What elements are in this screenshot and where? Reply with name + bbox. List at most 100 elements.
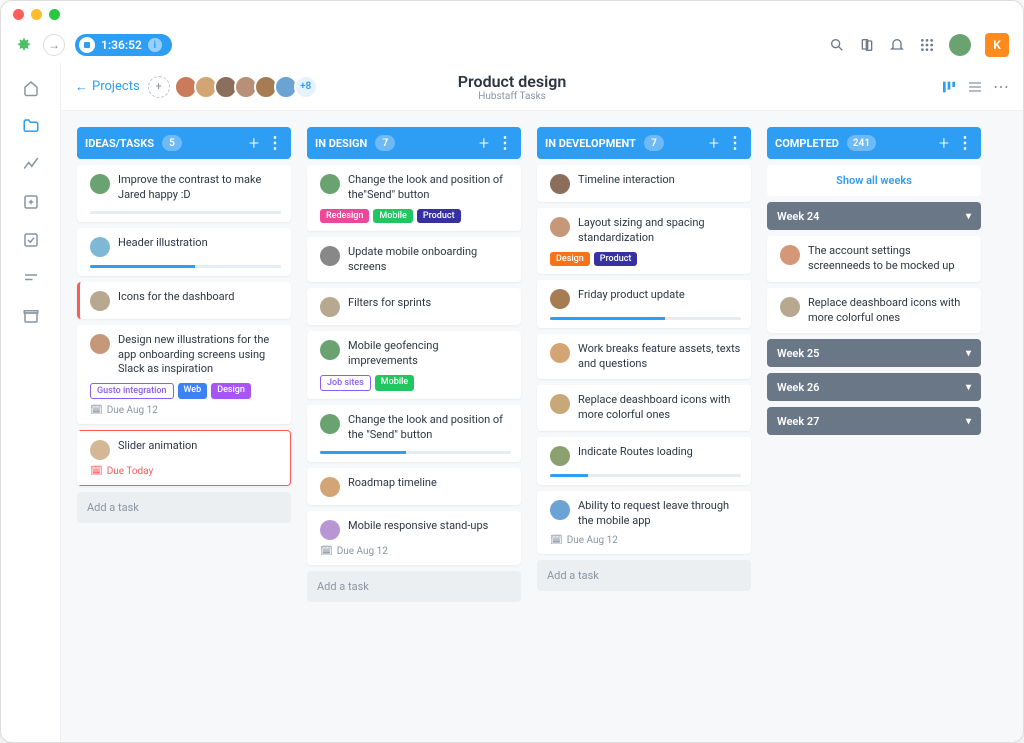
card-avatar: [320, 297, 340, 317]
archive-icon[interactable]: [22, 307, 40, 325]
column-more-icon[interactable]: ⋮: [957, 135, 973, 151]
user-badge[interactable]: K: [985, 33, 1009, 57]
task-card[interactable]: Update mobile onboarding screens: [307, 237, 521, 283]
task-card[interactable]: Icons for the dashboard: [77, 282, 291, 319]
task-card[interactable]: Mobile geofencing imprevementsJob sitesM…: [307, 331, 521, 399]
task-card[interactable]: Replace deashboard icons with more color…: [767, 288, 981, 334]
add-user-button[interactable]: +: [148, 76, 170, 98]
back-arrow-icon: ←: [75, 79, 88, 95]
chevron-down-icon: ▾: [966, 348, 971, 359]
sprint-icon[interactable]: [22, 155, 40, 173]
bell-icon[interactable]: [889, 37, 905, 53]
back-to-projects[interactable]: ← Projects: [75, 79, 140, 95]
chevron-down-icon: ▾: [966, 416, 971, 427]
task-card[interactable]: Improve the contrast to make Jared happy…: [77, 165, 291, 222]
forward-button[interactable]: →: [43, 34, 65, 56]
board-view-icon[interactable]: [941, 79, 957, 95]
tag: Gusto integration: [90, 383, 174, 399]
card-title: The account settings screenneeds to be m…: [808, 244, 971, 274]
home-icon[interactable]: [22, 79, 40, 97]
card-title: Ability to request leave through the mob…: [578, 499, 741, 529]
card-title: Roadmap timeline: [348, 476, 437, 491]
window-maximize[interactable]: [49, 9, 60, 20]
timer-pill[interactable]: 1:36:52 i: [75, 34, 172, 56]
task-card[interactable]: Design new illustrations for the app onb…: [77, 325, 291, 425]
window-close[interactable]: [13, 9, 24, 20]
add-task-button[interactable]: Add a task: [77, 492, 291, 523]
task-card[interactable]: Mobile responsive stand-ups🗓Due Aug 12: [307, 511, 521, 565]
card-avatar: [550, 289, 570, 309]
card-title: Replace deashboard icons with more color…: [578, 393, 741, 423]
column-add-button[interactable]: +: [939, 133, 949, 154]
card-title: Header illustration: [118, 236, 208, 251]
week-header[interactable]: Week 24▾: [767, 202, 981, 230]
task-card[interactable]: Ability to request leave through the mob…: [537, 491, 751, 554]
task-card[interactable]: Filters for sprints: [307, 288, 521, 325]
card-title: Mobile responsive stand-ups: [348, 519, 488, 534]
card-avatar: [550, 446, 570, 466]
sidebar: [1, 63, 61, 742]
column-title: IDEAS/TASKS: [85, 137, 154, 150]
folder-icon[interactable]: [22, 117, 40, 135]
timer-info-icon[interactable]: i: [148, 38, 162, 52]
calendar-icon: 🗓: [320, 546, 333, 557]
member-more-count[interactable]: +8: [294, 75, 318, 99]
card-title: Change the look and position of the"Send…: [348, 173, 511, 203]
page-title: Product design: [458, 72, 567, 91]
add-box-icon[interactable]: [22, 193, 40, 211]
calendar-icon: 🗓: [550, 535, 563, 546]
card-avatar: [780, 245, 800, 265]
task-card[interactable]: Layout sizing and spacing standardizatio…: [537, 208, 751, 274]
search-icon[interactable]: [829, 37, 845, 53]
column: COMPLETED241+⋮Show all weeksWeek 24▾The …: [767, 127, 981, 726]
week-header[interactable]: Week 26▾: [767, 373, 981, 401]
progress-bar: [550, 317, 741, 320]
week-header[interactable]: Week 27▾: [767, 407, 981, 435]
tag: Web: [178, 383, 208, 399]
timer-stop-button[interactable]: [79, 37, 95, 53]
task-card[interactable]: The account settings screenneeds to be m…: [767, 236, 981, 282]
task-card[interactable]: Work breaks feature assets, texts and qu…: [537, 334, 751, 380]
task-card[interactable]: Roadmap timeline: [307, 468, 521, 505]
list-view-icon[interactable]: [967, 79, 983, 95]
roadmap-icon[interactable]: [22, 269, 40, 287]
column-add-button[interactable]: +: [479, 133, 489, 154]
column: IN DEVELOPMENT7+⋮Timeline interactionLay…: [537, 127, 751, 726]
task-card[interactable]: Indicate Routes loading: [537, 437, 751, 485]
week-header[interactable]: Week 25▾: [767, 339, 981, 367]
copy-icon[interactable]: [859, 37, 875, 53]
task-card[interactable]: Friday product update: [537, 280, 751, 328]
view-tools: ⋯: [941, 77, 1009, 96]
card-avatar: [320, 520, 340, 540]
task-card[interactable]: Change the look and position of the"Send…: [307, 165, 521, 231]
column-more-icon[interactable]: ⋮: [727, 135, 743, 151]
card-title: Friday product update: [578, 288, 685, 303]
card-title: Timeline interaction: [578, 173, 675, 188]
card-avatar: [320, 414, 340, 434]
apps-icon[interactable]: [919, 37, 935, 53]
task-card[interactable]: Header illustration: [77, 228, 291, 276]
window-minimize[interactable]: [31, 9, 42, 20]
task-card[interactable]: Timeline interaction: [537, 165, 751, 202]
subheader: ← Projects + +8 Product design Hubstaff …: [1, 63, 1023, 111]
progress-bar: [320, 451, 511, 454]
user-avatar[interactable]: [949, 34, 971, 56]
check-box-icon[interactable]: [22, 231, 40, 249]
column-count: 7: [644, 135, 664, 151]
column-add-button[interactable]: +: [249, 133, 259, 154]
task-card[interactable]: Replace deashboard icons with more color…: [537, 385, 751, 431]
column-add-button[interactable]: +: [709, 133, 719, 154]
tag: Product: [417, 209, 461, 223]
add-task-button[interactable]: Add a task: [537, 560, 751, 591]
column-more-icon[interactable]: ⋮: [267, 135, 283, 151]
add-task-button[interactable]: Add a task: [307, 571, 521, 602]
due-date: 🗓Due Aug 12: [550, 535, 741, 546]
show-all-weeks[interactable]: Show all weeks: [767, 165, 981, 196]
card-title: Slider animation: [118, 439, 197, 454]
task-card[interactable]: Slider animation🗓Due Today: [77, 430, 291, 486]
column-more-icon[interactable]: ⋮: [497, 135, 513, 151]
task-card[interactable]: Change the look and position of the "Sen…: [307, 405, 521, 462]
more-icon[interactable]: ⋯: [993, 77, 1009, 96]
tag: Product: [594, 252, 638, 266]
page-subtitle: Hubstaff Tasks: [458, 91, 567, 102]
